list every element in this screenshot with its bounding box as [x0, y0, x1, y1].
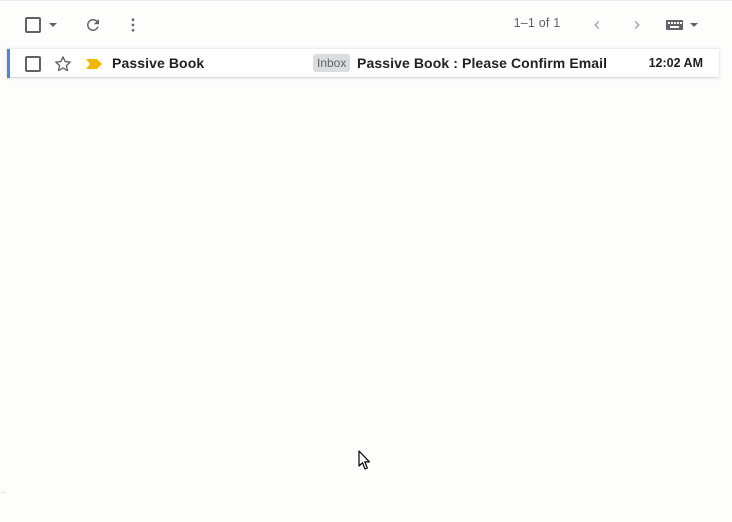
gmail-inbox-view: 1–1 of 1 Passive Book Inbox Passive Book…	[0, 0, 732, 522]
received-time: 12:02 AM	[648, 56, 703, 70]
pagination-range: 1–1 of 1	[513, 16, 561, 30]
refresh-icon	[86, 18, 99, 31]
important-marker-button[interactable]	[85, 57, 103, 71]
input-tools-button[interactable]	[662, 14, 700, 36]
chevron-right-icon	[634, 21, 640, 29]
mouse-cursor-icon	[358, 450, 371, 470]
star-outline-icon	[55, 56, 71, 72]
star-button[interactable]	[53, 54, 73, 74]
important-marker-icon	[86, 59, 102, 69]
subject-prefix: Passive Book :	[357, 55, 462, 71]
more-vert-icon	[131, 18, 135, 32]
sender-name: Passive Book	[112, 55, 205, 71]
email-row[interactable]: Passive Book Inbox Passive Book : Please…	[7, 48, 719, 78]
list-toolbar: 1–1 of 1	[0, 0, 732, 48]
select-all-checkbox[interactable]	[25, 17, 41, 33]
newer-page-button[interactable]	[586, 14, 608, 36]
snippet-separator: -	[607, 55, 609, 71]
select-dropdown-caret-icon[interactable]	[49, 23, 57, 27]
keyboard-icon	[665, 20, 683, 30]
divider	[0, 492, 6, 493]
subject-line: Passive Book : Please Confirm Email - I	[357, 55, 609, 71]
email-subject: Please Confirm Email	[462, 55, 608, 71]
input-tools-caret-icon[interactable]	[689, 23, 698, 27]
older-page-button[interactable]	[626, 14, 648, 36]
row-select-checkbox[interactable]	[25, 56, 41, 72]
refresh-button[interactable]	[82, 14, 104, 36]
row-focus-indicator	[7, 49, 10, 78]
more-options-button[interactable]	[122, 14, 144, 36]
select-all-button[interactable]	[22, 14, 60, 36]
inbox-label-chip[interactable]: Inbox	[313, 54, 351, 72]
chevron-left-icon	[594, 21, 600, 29]
